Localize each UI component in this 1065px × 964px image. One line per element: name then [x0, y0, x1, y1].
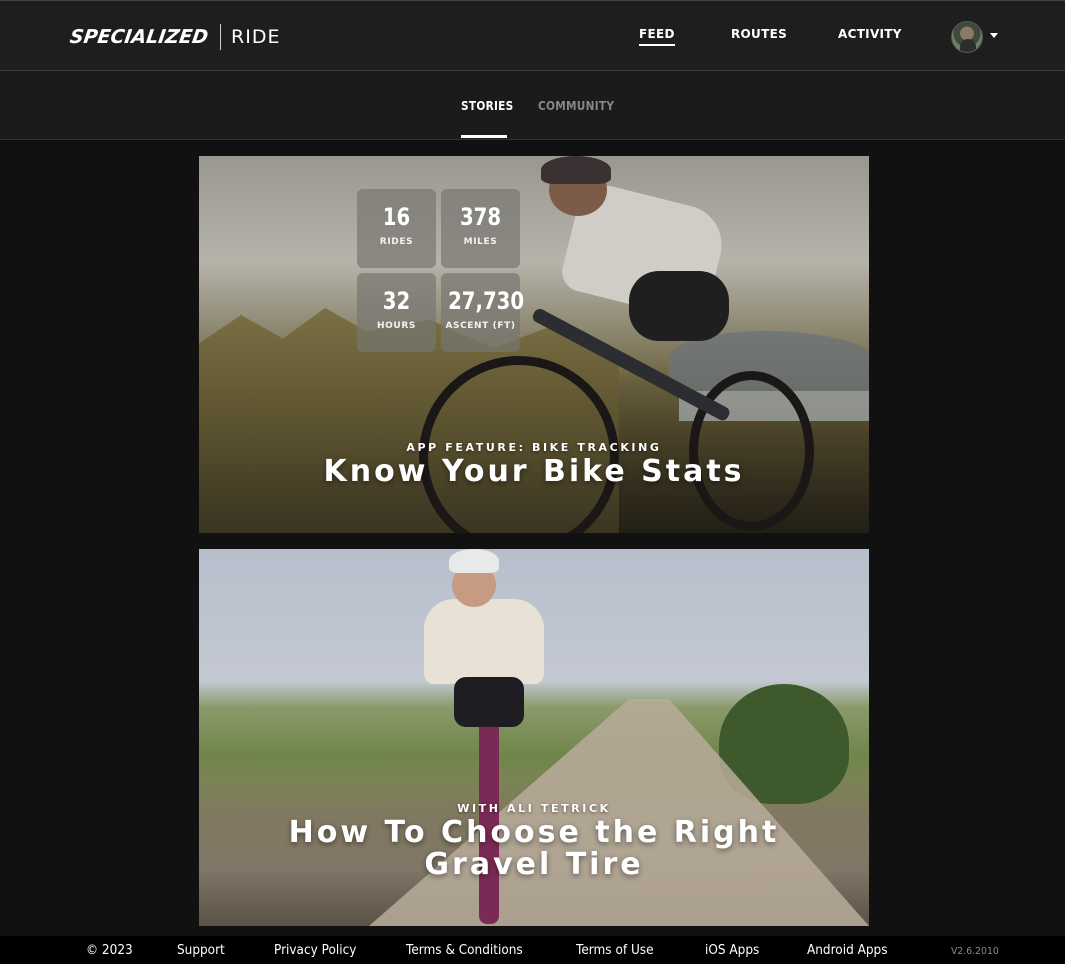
story-eyebrow: APP FEATURE: BIKE TRACKING: [406, 441, 662, 454]
feed-tabs: STORIES COMMUNITY: [0, 71, 1065, 140]
footer-link-android-apps[interactable]: Android Apps: [807, 943, 888, 958]
caret-down-icon[interactable]: [990, 33, 998, 38]
stat-value: 27,730: [448, 287, 525, 315]
footer-link-terms-of-use[interactable]: Terms of Use: [576, 943, 654, 958]
brand-divider: [220, 24, 222, 50]
stat-tile-miles: 378 MILES: [441, 189, 520, 268]
top-navigation-bar: SPECIALIZED RIDE FEED ROUTES ACTIVITY: [0, 0, 1065, 71]
nav-feed[interactable]: FEED: [639, 27, 675, 46]
footer-link-support[interactable]: Support: [177, 943, 225, 958]
stat-tile-ascent: 27,730 ASCENT (FT): [441, 273, 525, 352]
specialized-logo: SPECIALIZED: [68, 26, 210, 48]
stat-tile-hours: 32 HOURS: [357, 273, 436, 352]
stat-value: 378: [459, 203, 502, 231]
story-title[interactable]: How To Choose the Right Gravel Tire: [244, 817, 824, 881]
stat-value: 16: [382, 203, 411, 231]
cyclist-figure: [541, 156, 731, 476]
nav-routes[interactable]: ROUTES: [731, 27, 787, 41]
tab-community[interactable]: COMMUNITY: [538, 99, 614, 113]
story-card-gravel-tire[interactable]: WITH ALI TETRICK How To Choose the Right…: [199, 549, 869, 926]
story-caption: WITH ALI TETRICK How To Choose the Right…: [199, 802, 869, 881]
brand-logo-link[interactable]: SPECIALIZED RIDE: [68, 23, 281, 51]
stat-label: RIDES: [379, 237, 414, 247]
stat-tile-rides: 16 RIDES: [357, 189, 436, 268]
stat-label: ASCENT (FT): [445, 321, 516, 331]
footer: © 2023 Support Privacy Policy Terms & Co…: [0, 936, 1065, 964]
copyright: © 2023: [86, 943, 133, 958]
ride-wordmark: RIDE: [231, 26, 281, 48]
story-card-bike-stats[interactable]: 16 RIDES 378 MILES 32 HOURS 27,730 ASCEN…: [199, 156, 869, 533]
app-version: V2.6.2010: [951, 946, 999, 957]
story-eyebrow: WITH ALI TETRICK: [457, 802, 611, 815]
active-tab-indicator: [461, 135, 507, 138]
story-title[interactable]: Know Your Bike Stats: [199, 456, 869, 488]
bike-stats-grid: 16 RIDES 378 MILES 32 HOURS 27,730 ASCEN…: [357, 189, 525, 353]
nav-activity[interactable]: ACTIVITY: [838, 27, 902, 41]
footer-link-terms-conditions[interactable]: Terms & Conditions: [406, 943, 523, 958]
footer-link-privacy-policy[interactable]: Privacy Policy: [274, 943, 356, 958]
footer-link-ios-apps[interactable]: iOS Apps: [705, 943, 759, 958]
stat-value: 32: [382, 287, 411, 315]
tab-stories[interactable]: STORIES: [461, 99, 514, 113]
stat-label: MILES: [463, 237, 498, 247]
story-caption: APP FEATURE: BIKE TRACKING Know Your Bik…: [199, 441, 869, 488]
stat-label: HOURS: [377, 321, 416, 331]
user-avatar[interactable]: [951, 21, 983, 53]
